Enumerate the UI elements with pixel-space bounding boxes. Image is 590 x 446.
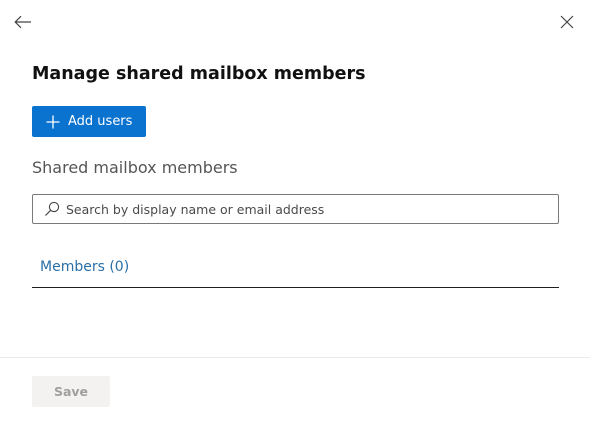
close-icon [560, 14, 574, 33]
plus-icon [46, 115, 60, 129]
close-button[interactable] [556, 12, 578, 34]
arrow-left-icon [14, 14, 32, 33]
footer-divider [0, 357, 590, 358]
manage-members-panel: Manage shared mailbox members Add users … [0, 0, 590, 446]
search-icon [44, 201, 60, 217]
section-title: Shared mailbox members [32, 158, 238, 177]
search-box[interactable] [32, 194, 559, 224]
page-title: Manage shared mailbox members [32, 64, 366, 84]
back-button[interactable] [12, 12, 34, 34]
add-users-button[interactable]: Add users [32, 106, 146, 137]
search-input[interactable] [66, 196, 558, 222]
tab-members[interactable]: Members (0) [40, 259, 129, 275]
save-button[interactable]: Save [32, 376, 110, 407]
tab-underline [32, 287, 559, 288]
add-users-label: Add users [68, 114, 133, 129]
